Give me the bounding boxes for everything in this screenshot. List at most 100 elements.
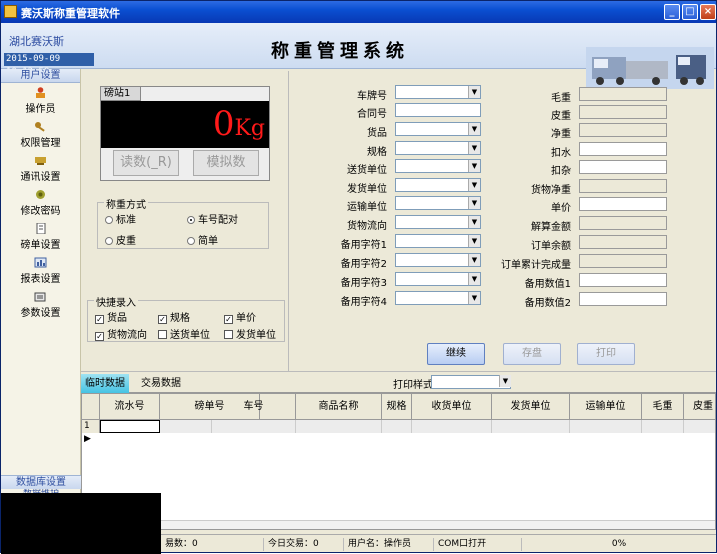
plate-number-combo[interactable]: ▼: [395, 85, 481, 99]
minimize-button[interactable]: _: [664, 4, 680, 20]
column-shipping-unit[interactable]: 发货单位: [492, 394, 570, 420]
checkbox-label: 货物流向: [107, 330, 147, 341]
print-style-combo[interactable]: ▼: [431, 375, 511, 389]
weigh-mode-option-simple[interactable]: 简单: [187, 232, 218, 247]
weight-number: 0: [212, 104, 235, 144]
shipper-unit-combo[interactable]: ▼: [395, 178, 481, 192]
contract-number-field[interactable]: [395, 103, 481, 117]
maximize-button[interactable]: □: [682, 4, 698, 20]
quick-entry-shipper-unit-checkbox[interactable]: 发货单位: [224, 326, 276, 341]
weigh-mode-option-standard[interactable]: 标准: [105, 211, 136, 226]
weigh-mode-option-plate-pairing[interactable]: 车号配对: [187, 211, 238, 226]
table-cell[interactable]: [642, 420, 684, 433]
data-tabs-bar: 临时数据 交易数据 打印样式 ▼: [81, 371, 716, 393]
continue-button[interactable]: 继续: [427, 343, 485, 365]
save-button[interactable]: 存盘: [503, 343, 561, 365]
chevron-down-icon[interactable]: ▼: [499, 375, 511, 387]
chevron-down-icon[interactable]: ▼: [468, 160, 480, 172]
sidebar-item-change-password[interactable]: 修改密码: [1, 185, 80, 219]
horizontal-scrollbar[interactable]: [82, 520, 715, 529]
quick-entry-spec-checkbox[interactable]: ✓ 规格: [158, 309, 190, 324]
table-cell[interactable]: [570, 420, 642, 433]
spare-char-4-combo[interactable]: ▼: [395, 291, 481, 305]
column-serial[interactable]: 流水号: [100, 394, 160, 420]
spare-number-2-label: 备用数值2: [524, 298, 571, 309]
table-cell[interactable]: [382, 420, 412, 433]
chevron-down-icon[interactable]: ▼: [468, 273, 480, 285]
column-tare-weight[interactable]: 皮重: [684, 394, 715, 420]
quick-entry-delivery-unit-checkbox[interactable]: 送货单位: [158, 326, 210, 341]
read-button[interactable]: 读数(_R): [113, 150, 179, 176]
spare-char-2-combo[interactable]: ▼: [395, 253, 481, 267]
plate-number-label: 车牌号: [357, 91, 387, 102]
sidebar: 用户设置 操作员 权限管理 通讯设置 修改密码 磅单设置 报表设置 参数设置 数…: [1, 69, 81, 529]
spare-number-2-field[interactable]: [579, 292, 667, 306]
column-spec[interactable]: 规格: [382, 394, 412, 420]
tab-temp-data[interactable]: 临时数据: [81, 374, 129, 393]
data-grid: 流水号 磅单号 车号 商品名称 规格 收货单位 发货单位 运输单位 毛重 皮重 …: [81, 393, 716, 530]
goods-combo[interactable]: ▼: [395, 122, 481, 136]
column-goods-name[interactable]: 商品名称: [296, 394, 382, 420]
goods-net-weight-label: 货物净重: [531, 185, 571, 196]
table-cell[interactable]: [212, 420, 296, 433]
quick-entry-flow-checkbox[interactable]: ✓ 货物流向: [95, 326, 147, 341]
sidebar-item-label: 磅单设置: [20, 240, 61, 251]
transport-unit-combo[interactable]: ▼: [395, 196, 481, 210]
spare-char-3-combo[interactable]: ▼: [395, 272, 481, 286]
table-cell[interactable]: [412, 420, 492, 433]
close-button[interactable]: ×: [700, 4, 716, 20]
chevron-down-icon[interactable]: ▼: [468, 235, 480, 247]
column-plate[interactable]: 车号: [212, 394, 296, 420]
scale-station-tab[interactable]: 磅站1: [101, 87, 141, 101]
lock-icon: [36, 190, 45, 199]
chevron-down-icon[interactable]: ▼: [468, 197, 480, 209]
quick-entry-price-checkbox[interactable]: ✓ 单价: [224, 309, 256, 324]
impurity-deduction-field[interactable]: [579, 160, 667, 174]
column-transport-unit[interactable]: 运输单位: [570, 394, 642, 420]
spare-char-1-combo[interactable]: ▼: [395, 234, 481, 248]
checkbox-label: 货品: [107, 313, 127, 324]
table-row[interactable]: 1 ▶: [82, 420, 715, 444]
sidebar-item-label: 修改密码: [20, 206, 61, 217]
status-progress: 0%: [521, 538, 716, 551]
chevron-down-icon[interactable]: ▼: [468, 123, 480, 135]
weigh-mode-group: 称重方式 标准 车号配对 皮重 简单: [97, 196, 269, 249]
chevron-down-icon[interactable]: ▼: [468, 142, 480, 154]
sidebar-section-user-settings[interactable]: 用户设置: [1, 69, 80, 83]
print-button[interactable]: 打印: [577, 343, 635, 365]
radio-label: 标准: [116, 215, 136, 226]
checkbox-checked-icon: ✓: [95, 315, 104, 324]
sidebar-item-communication[interactable]: 通讯设置: [1, 151, 80, 185]
gross-weight-label: 毛重: [551, 93, 571, 104]
chevron-down-icon[interactable]: ▼: [468, 292, 480, 304]
goods-flow-combo[interactable]: ▼: [395, 215, 481, 229]
tab-trade-data[interactable]: 交易数据: [137, 374, 185, 393]
table-cell[interactable]: [100, 420, 160, 433]
sidebar-item-report-settings[interactable]: 报表设置: [1, 253, 80, 287]
sidebar-item-ticket-settings[interactable]: 磅单设置: [1, 219, 80, 253]
table-cell[interactable]: [160, 420, 212, 433]
chevron-down-icon[interactable]: ▼: [468, 179, 480, 191]
delivery-unit-combo[interactable]: ▼: [395, 159, 481, 173]
table-cell[interactable]: [684, 420, 715, 433]
sidebar-item-operator[interactable]: 操作员: [1, 83, 80, 117]
checkbox-checked-icon: ✓: [95, 332, 104, 341]
table-cell[interactable]: [296, 420, 382, 433]
sidebar-item-permissions[interactable]: 权限管理: [1, 117, 80, 151]
spare-number-1-field[interactable]: [579, 273, 667, 287]
unit-price-field[interactable]: [579, 197, 667, 211]
chevron-down-icon[interactable]: ▼: [468, 86, 480, 98]
column-receiving-unit[interactable]: 收货单位: [412, 394, 492, 420]
weigh-mode-option-tare[interactable]: 皮重: [105, 232, 136, 247]
simulate-button[interactable]: 模拟数: [193, 150, 259, 176]
water-deduction-field[interactable]: [579, 142, 667, 156]
quick-entry-goods-checkbox[interactable]: ✓ 货品: [95, 309, 127, 324]
tare-weight-label: 皮重: [551, 111, 571, 122]
chevron-down-icon[interactable]: ▼: [468, 254, 480, 266]
sidebar-item-parameter-settings[interactable]: 参数设置: [1, 287, 80, 321]
column-gross-weight[interactable]: 毛重: [642, 394, 684, 420]
spec-combo[interactable]: ▼: [395, 141, 481, 155]
sidebar-section-database-settings[interactable]: 数据库设置: [1, 475, 81, 489]
chevron-down-icon[interactable]: ▼: [468, 216, 480, 228]
table-cell[interactable]: [492, 420, 570, 433]
